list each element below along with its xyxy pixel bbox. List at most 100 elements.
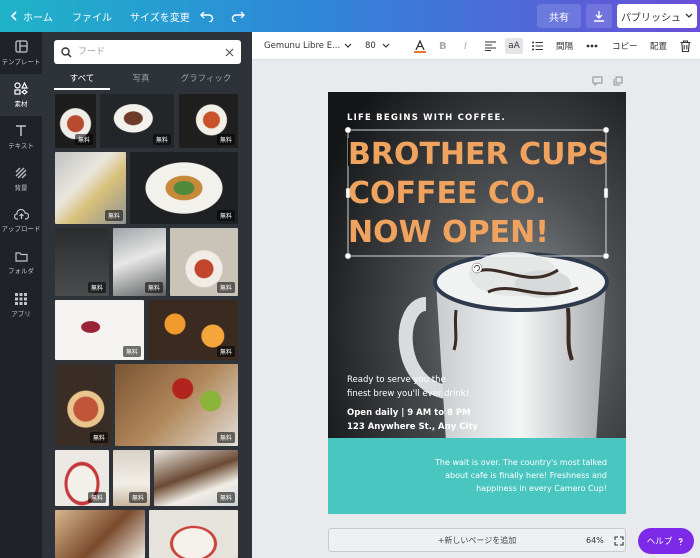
- list-button[interactable]: [532, 32, 543, 60]
- apps-grid-icon: [15, 292, 27, 305]
- text-color-icon: [415, 39, 425, 50]
- headline-line-2: COFFEE CO.: [348, 176, 546, 211]
- photo-thumbnail[interactable]: 無料: [55, 228, 109, 296]
- delete-button[interactable]: [680, 32, 691, 60]
- rail-item-apps[interactable]: アプリ: [0, 284, 42, 326]
- photo-thumbnail[interactable]: 無料: [55, 300, 144, 360]
- duplicate-page-icon[interactable]: [613, 76, 623, 86]
- rail-item-folders[interactable]: フォルダ: [0, 242, 42, 284]
- tab-photos[interactable]: 写真: [116, 72, 166, 90]
- letter-case-button[interactable]: aA: [505, 38, 523, 54]
- free-badge: 無料: [216, 210, 235, 221]
- headline-line-1: BROTHER CUPS: [348, 137, 609, 172]
- add-page-button[interactable]: +新しいページを追加: [328, 528, 626, 552]
- trash-icon: [680, 40, 691, 52]
- photo-thumbnail[interactable]: [149, 510, 238, 558]
- resize-button[interactable]: サイズを変更: [130, 0, 190, 32]
- photo-thumbnail[interactable]: 無料: [179, 94, 238, 148]
- free-badge: 無料: [122, 346, 141, 357]
- arrange-button[interactable]: 配置: [650, 32, 667, 60]
- photo-thumbnail[interactable]: 無料: [130, 152, 238, 224]
- free-badge: 無料: [128, 492, 147, 503]
- serve-line-1: Ready to serve you the: [347, 375, 446, 385]
- text-color-button[interactable]: [412, 32, 428, 60]
- text-cursor: [348, 138, 350, 166]
- rail-item-background[interactable]: 背景: [0, 158, 42, 200]
- chevron-down-icon: [344, 43, 352, 48]
- rail-label: 背景: [14, 183, 28, 192]
- publish-label: パブリッシュ: [621, 12, 681, 24]
- photo-thumbnail[interactable]: 無料: [113, 228, 166, 296]
- rail-item-elements[interactable]: 素材: [0, 74, 42, 116]
- rail-item-uploads[interactable]: アップロード: [0, 200, 42, 242]
- search-input[interactable]: [78, 47, 219, 57]
- free-badge: 無料: [216, 134, 235, 145]
- photo-thumbnail[interactable]: 無料: [55, 152, 126, 224]
- tab-graphics[interactable]: グラフィック: [174, 72, 238, 90]
- photo-thumbnail[interactable]: 無料: [55, 450, 109, 506]
- chevron-down-icon: [382, 43, 390, 48]
- share-button[interactable]: 共有: [537, 4, 581, 28]
- tagline-text[interactable]: LIFE BEGINS WITH COFFEE.: [347, 113, 506, 123]
- tab-all[interactable]: すべて: [54, 72, 110, 90]
- footer-line-2: about cafe is finally here! Freshness an…: [445, 471, 607, 480]
- page-tools: [592, 76, 623, 86]
- spacing-button[interactable]: 間隔: [556, 32, 573, 60]
- rail-label: テキスト: [8, 142, 34, 150]
- home-button[interactable]: ホーム: [10, 0, 53, 32]
- canva-editor: ホーム ファイル サイズを変更 共有 パブリッシュ テンプレート 素材 テキスト…: [0, 0, 700, 558]
- folder-icon: [14, 252, 28, 262]
- photo-thumbnail[interactable]: 無料: [55, 94, 96, 148]
- panel-tabs: すべて 写真 グラフィック: [54, 72, 241, 90]
- undo-button[interactable]: [200, 0, 214, 32]
- font-family-select[interactable]: Gemunu Libre E...: [264, 32, 356, 60]
- free-badge: 無料: [87, 282, 106, 293]
- rail-item-text[interactable]: テキスト: [0, 116, 42, 158]
- photo-thumbnail[interactable]: 無料: [100, 94, 174, 148]
- photo-thumbnail[interactable]: 無料: [154, 450, 238, 506]
- photo-thumbnail[interactable]: [55, 510, 145, 558]
- help-button[interactable]: ヘルプ: [638, 528, 694, 554]
- design-page[interactable]: LIFE BEGINS WITH COFFEE. BROTHER CUPS CO…: [328, 92, 626, 514]
- fullscreen-icon[interactable]: [614, 536, 624, 546]
- copy-style-button[interactable]: コピー: [612, 32, 638, 60]
- address-text: 123 Anywhere St., Any City: [347, 422, 478, 432]
- template-icon: [14, 40, 28, 53]
- photo-thumbnail[interactable]: 無料: [113, 450, 150, 506]
- italic-button[interactable]: I: [464, 32, 467, 60]
- photo-thumbnail[interactable]: 無料: [170, 228, 238, 296]
- photo-thumbnail[interactable]: 無料: [55, 364, 111, 446]
- rail-item-templates[interactable]: テンプレート: [0, 32, 42, 74]
- more-options-button[interactable]: [586, 32, 598, 60]
- redo-button[interactable]: [231, 0, 245, 32]
- download-icon: [594, 11, 604, 22]
- font-family-value: Gemunu Libre E...: [264, 41, 341, 51]
- side-rail: テンプレート 素材 テキスト 背景 アップロード フォルダ アプリ: [0, 32, 42, 558]
- home-label: ホーム: [23, 12, 53, 24]
- bold-button[interactable]: B: [439, 32, 447, 60]
- serve-line-2: finest brew you'll ever drink!: [347, 389, 469, 399]
- file-menu-button[interactable]: ファイル: [72, 0, 112, 32]
- free-badge: 無料: [104, 210, 123, 221]
- footer-line-3: happiness in every Camero Cup!: [476, 484, 607, 493]
- free-badge: 無料: [152, 134, 171, 145]
- zoom-level[interactable]: 64%: [586, 536, 604, 545]
- text-icon: [16, 125, 26, 136]
- list-icon: [532, 41, 543, 51]
- search-box[interactable]: [54, 40, 241, 64]
- text-edit-toolbar: Gemunu Libre E... 80 B I aA 間隔 コピー 配置: [252, 32, 700, 60]
- align-button[interactable]: [485, 32, 496, 60]
- clear-search-icon[interactable]: [225, 48, 234, 57]
- publish-button[interactable]: パブリッシュ: [617, 4, 697, 28]
- font-size-select[interactable]: 80: [365, 32, 399, 60]
- free-badge: 無料: [216, 432, 235, 443]
- photo-thumbnail[interactable]: 無料: [115, 364, 238, 446]
- font-size-value: 80: [365, 41, 376, 51]
- comment-icon[interactable]: [592, 76, 603, 86]
- free-badge: 無料: [216, 346, 235, 357]
- photo-thumbnail[interactable]: 無料: [148, 300, 238, 360]
- canvas-area: LIFE BEGINS WITH COFFEE. BROTHER CUPS CO…: [252, 60, 700, 558]
- rotate-handle[interactable]: [471, 262, 483, 274]
- cloud-upload-icon: [13, 209, 29, 220]
- download-button[interactable]: [586, 4, 612, 28]
